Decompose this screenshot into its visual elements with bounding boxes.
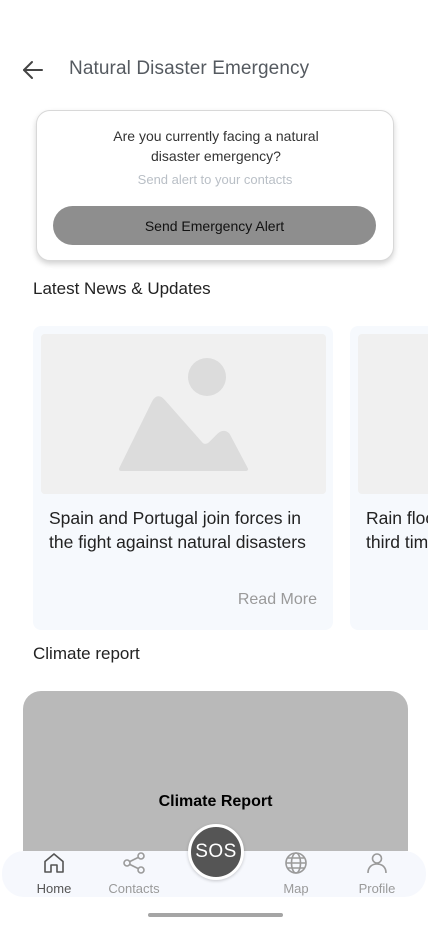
nav-label-map: Map — [283, 881, 309, 896]
send-emergency-alert-button[interactable]: Send Emergency Alert — [53, 206, 376, 245]
nav-item-map[interactable]: Map — [260, 851, 332, 897]
news-headline-line: the fight against natural disasters — [49, 532, 306, 552]
nav-label-profile: Profile — [358, 881, 396, 896]
globe-icon — [285, 852, 307, 874]
user-icon — [367, 853, 387, 874]
alert-subtitle: Send alert to your contacts — [137, 172, 293, 187]
home-icon — [44, 853, 64, 873]
alert-question: Are you currently facing a natural disas… — [113, 128, 319, 164]
news-headline: Rain floo third tim — [366, 506, 428, 554]
climate-report-label: Climate Report — [158, 793, 273, 810]
news-headline-line: Rain floo — [366, 508, 428, 528]
news-card[interactable]: Spain and Portugal join forces in the fi… — [33, 326, 333, 630]
news-section-title: Latest News & Updates — [33, 279, 211, 298]
news-image-placeholder — [41, 334, 326, 494]
nav-label-home: Home — [36, 881, 72, 896]
climate-section-title: Climate report — [33, 644, 140, 663]
nav-item-contacts[interactable]: Contacts — [98, 851, 170, 897]
image-placeholder-icon — [41, 334, 326, 494]
nav-label-contacts: Contacts — [108, 881, 160, 896]
news-headline-line: Spain and Portugal join forces in — [49, 508, 301, 528]
app-header: Natural Disaster Emergency — [0, 46, 428, 94]
news-headline-line: third tim — [366, 532, 428, 552]
page-title: Natural Disaster Emergency — [69, 58, 310, 79]
news-headline: Spain and Portugal join forces in the fi… — [49, 506, 325, 554]
news-card[interactable]: Rain floo third tim — [350, 326, 428, 630]
read-more-link[interactable]: Read More — [238, 591, 317, 609]
home-indicator[interactable] — [148, 913, 283, 917]
sos-button[interactable]: SOS — [188, 824, 244, 880]
news-carousel[interactable]: Spain and Portugal join forces in the fi… — [33, 326, 428, 630]
arrow-left-icon — [23, 61, 43, 79]
back-button[interactable] — [18, 56, 48, 84]
news-image-placeholder — [358, 334, 428, 494]
emergency-alert-card: Are you currently facing a natural disas… — [36, 110, 394, 261]
share-icon — [123, 852, 145, 874]
nav-item-profile[interactable]: Profile — [341, 851, 413, 897]
nav-item-home[interactable]: Home — [18, 851, 90, 897]
